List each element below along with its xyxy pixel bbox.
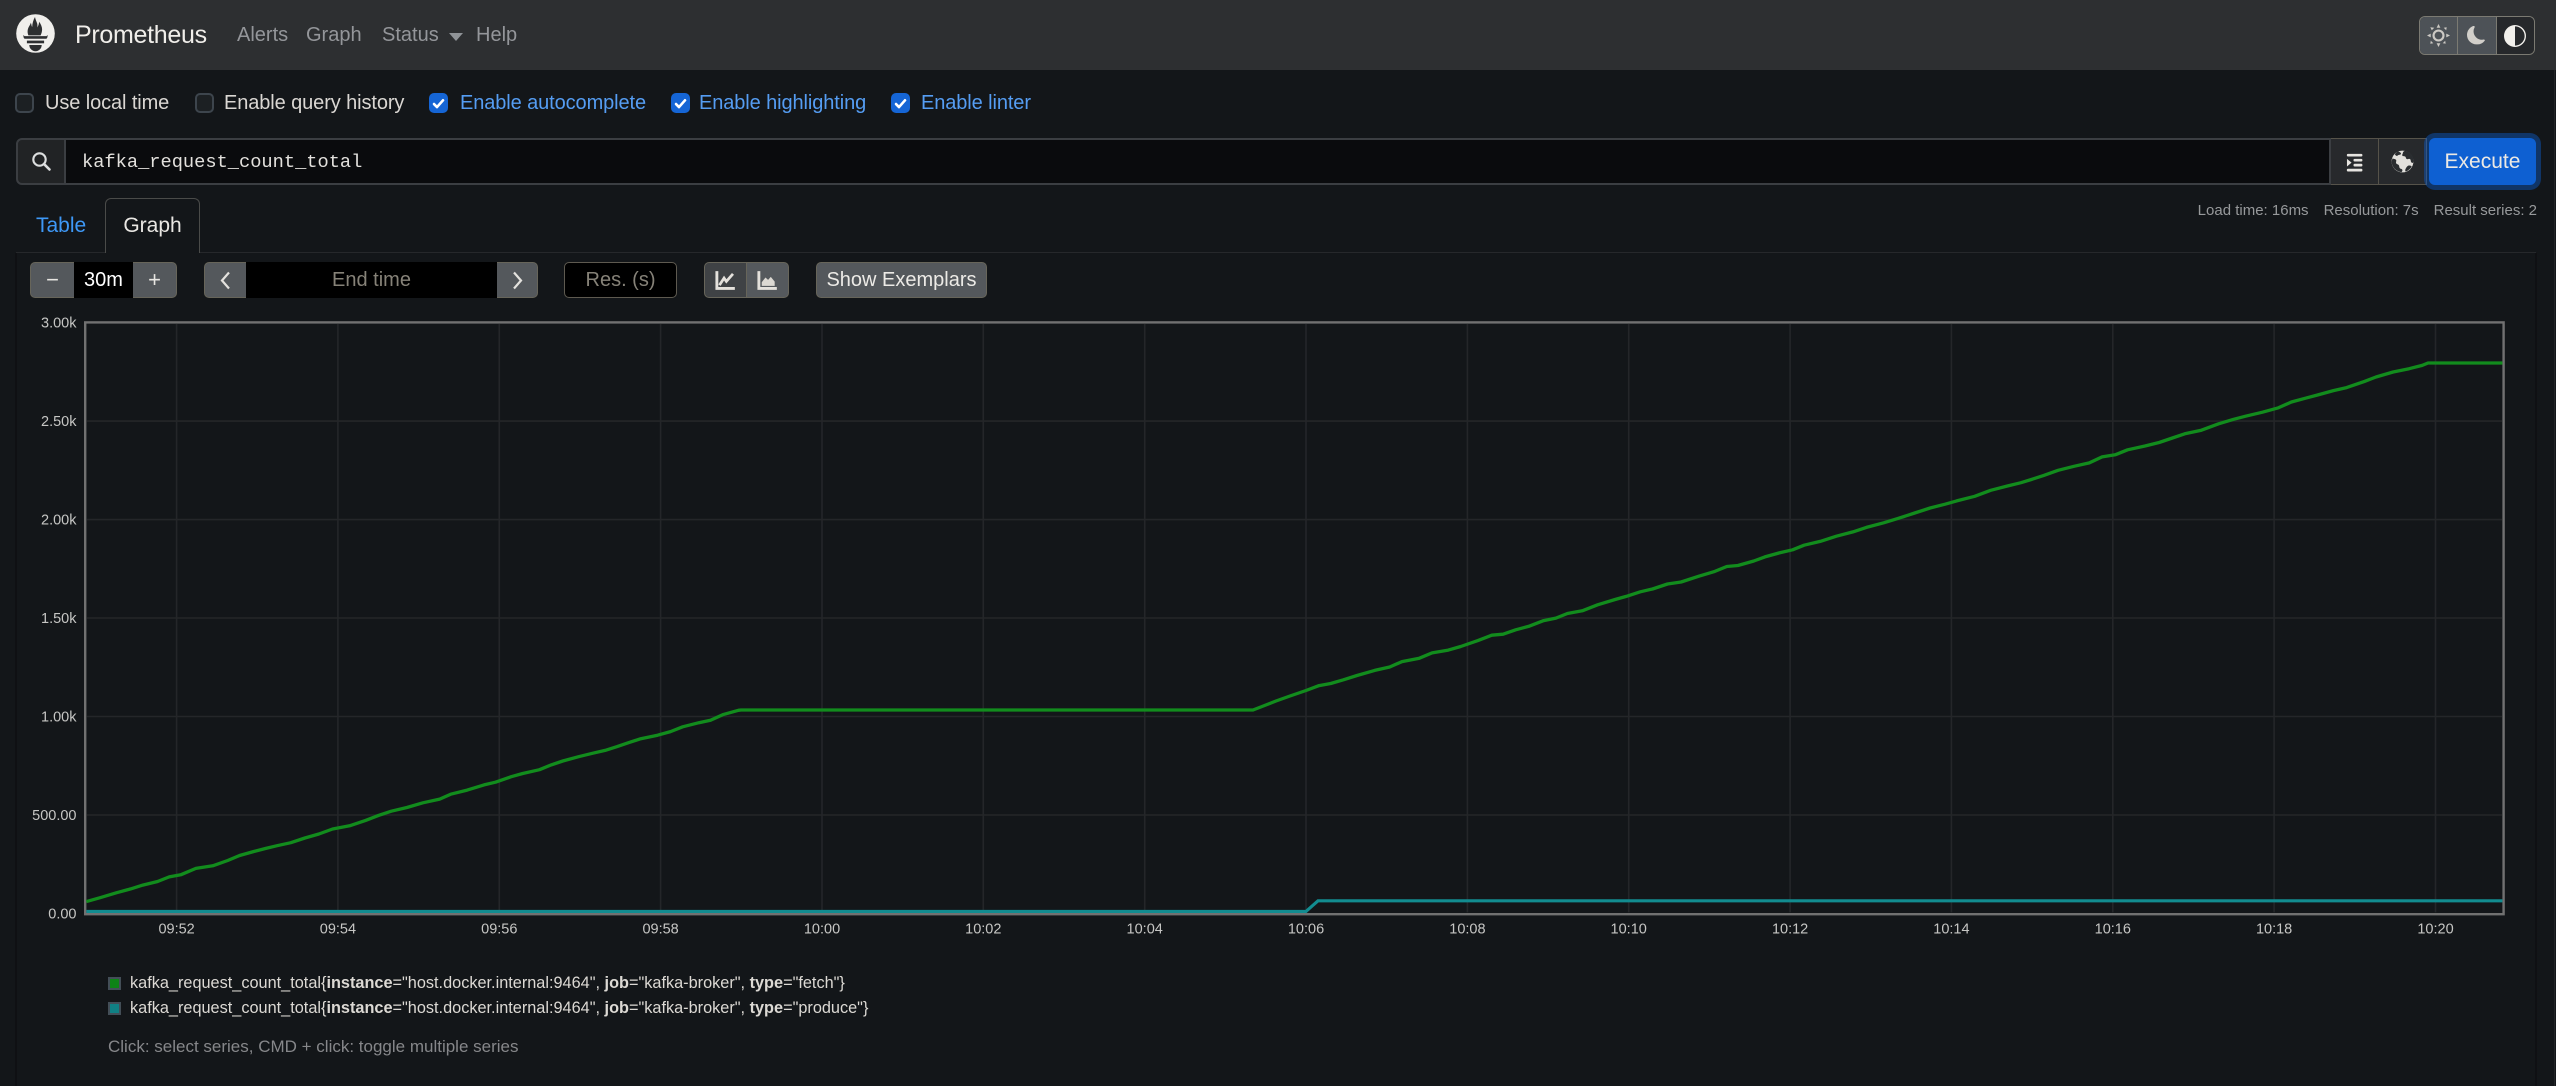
svg-text:10:02: 10:02 <box>965 922 1001 938</box>
svg-text:10:20: 10:20 <box>2417 922 2453 938</box>
svg-text:2.50k: 2.50k <box>41 414 77 430</box>
svg-text:10:00: 10:00 <box>804 922 840 938</box>
svg-text:10:06: 10:06 <box>1288 922 1324 938</box>
svg-text:10:10: 10:10 <box>1611 922 1647 938</box>
svg-text:09:58: 09:58 <box>642 922 678 938</box>
svg-text:09:54: 09:54 <box>320 922 356 938</box>
svg-text:3.00k: 3.00k <box>41 316 77 332</box>
svg-text:1.50k: 1.50k <box>41 611 77 627</box>
svg-text:09:56: 09:56 <box>481 922 517 938</box>
svg-text:10:18: 10:18 <box>2256 922 2292 938</box>
svg-text:09:52: 09:52 <box>158 922 194 938</box>
svg-text:1.00k: 1.00k <box>41 710 77 726</box>
svg-text:10:16: 10:16 <box>2095 922 2131 938</box>
svg-text:0.00: 0.00 <box>48 906 76 922</box>
svg-text:10:12: 10:12 <box>1772 922 1808 938</box>
svg-text:10:08: 10:08 <box>1449 922 1485 938</box>
svg-text:2.00k: 2.00k <box>41 513 77 529</box>
svg-text:500.00: 500.00 <box>32 808 76 824</box>
svg-text:10:04: 10:04 <box>1127 922 1163 938</box>
svg-text:10:14: 10:14 <box>1933 922 1969 938</box>
